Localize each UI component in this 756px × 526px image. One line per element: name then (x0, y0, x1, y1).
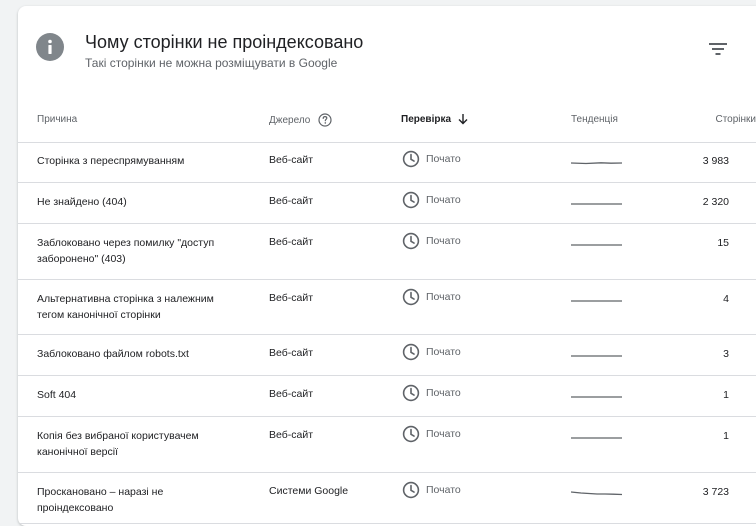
row-pages: 4 (723, 293, 729, 305)
column-header-check[interactable]: Перевірка (401, 113, 469, 125)
row-status-label: Почато (426, 291, 461, 303)
sparkline-icon (571, 203, 622, 205)
filter-icon[interactable] (709, 42, 727, 56)
table-row[interactable]: Сторінка з переспрямуванням Веб-сайт Почат… (18, 142, 756, 183)
row-source: Веб-сайт (269, 388, 313, 400)
card-header: Чому сторінки не проіндексовано Такі сто… (18, 6, 756, 94)
clock-icon (402, 191, 420, 209)
row-status: Почато (402, 288, 461, 306)
row-trend (570, 155, 623, 171)
row-pages: 3 (723, 348, 729, 360)
row-reason: Не знайдено (404) (37, 196, 127, 208)
row-status: Почато (402, 384, 461, 402)
clock-icon (402, 288, 420, 306)
row-status-label: Почато (426, 235, 461, 247)
sparkline-icon (571, 437, 622, 439)
row-reason: Копія без вибраної користувачем канонічн… (37, 430, 199, 458)
row-pages: 1 (723, 430, 729, 442)
row-source: Веб-сайт (269, 429, 313, 441)
column-header-reason[interactable]: Причина (37, 114, 77, 125)
row-reason: Soft 404 (37, 389, 77, 401)
column-header-pages[interactable]: Сторінки (715, 114, 756, 125)
row-reason: Заблоковано через помилку "доступ заборо… (37, 237, 215, 265)
row-trend (571, 293, 623, 309)
row-status: Почато (402, 191, 461, 209)
row-status-label: Почато (426, 346, 461, 358)
clock-icon (402, 481, 420, 499)
row-status: Почато (402, 343, 461, 361)
sparkline-icon (570, 491, 623, 496)
info-icon (36, 33, 64, 61)
row-pages: 3 983 (702, 155, 729, 167)
row-status: Почато (402, 150, 461, 168)
table-row[interactable]: Заблоковано файлом robots.txt Веб-сайт Поч… (18, 335, 756, 376)
table-row[interactable]: Заблоковано через помилку "доступ заборо… (18, 224, 756, 280)
row-status-label: Почато (426, 484, 461, 496)
clock-icon (402, 384, 420, 402)
row-status: Почато (402, 232, 461, 250)
table-row[interactable]: Альтернативна сторінка з належним тегом … (18, 280, 756, 335)
table-body: Сторінка з переспрямуванням Веб-сайт Почат… (18, 142, 756, 524)
row-pages: 1 (723, 389, 729, 401)
row-status-label: Почато (426, 153, 461, 165)
row-reason: Альтернативна сторінка з належним тегом … (37, 293, 214, 321)
sparkline-icon (571, 300, 622, 302)
row-pages: 2 320 (702, 196, 729, 208)
row-trend (571, 237, 623, 253)
row-trend (571, 348, 623, 364)
row-trend (571, 196, 623, 212)
row-status: Почато (402, 481, 461, 499)
table-row[interactable]: Soft 404 Веб-сайт Почато 1 (18, 376, 756, 417)
sparkline-icon (571, 244, 622, 246)
table-header: Причина Джерело Перевірка Тенденція Стор… (18, 94, 756, 143)
arrow-down-icon (458, 114, 468, 125)
card-title: Чому сторінки не проіндексовано (85, 32, 364, 52)
column-header-source[interactable]: Джерело (269, 113, 332, 127)
row-status-label: Почато (426, 194, 461, 206)
clock-icon (402, 425, 420, 443)
clock-icon (402, 343, 420, 361)
row-trend (570, 486, 623, 502)
row-reason: Сторінка з переспрямуванням (37, 155, 185, 167)
row-status-label: Почато (426, 428, 461, 440)
clock-icon (402, 232, 420, 250)
row-trend (571, 430, 623, 446)
column-header-trend: Тенденція (571, 114, 618, 125)
help-icon[interactable] (318, 113, 332, 127)
column-header-source-label: Джерело (269, 114, 311, 126)
table-row[interactable]: Проскановано – наразі не проіндексовано С… (18, 473, 756, 524)
column-header-check-label: Перевірка (401, 113, 452, 125)
row-source: Веб-сайт (269, 292, 313, 304)
sparkline-icon (570, 162, 623, 165)
row-reason: Проскановано – наразі не проіндексовано (37, 486, 164, 514)
row-reason: Заблоковано файлом robots.txt (37, 348, 189, 360)
row-status-label: Почато (426, 387, 461, 399)
clock-icon (402, 150, 420, 168)
table-row[interactable]: Копія без вибраної користувачем канонічн… (18, 417, 756, 473)
row-source: Веб-сайт (269, 195, 313, 207)
card-subtitle: Такі сторінки не можна розміщувати в Goo… (85, 56, 338, 70)
row-source: Веб-сайт (269, 154, 313, 166)
row-trend (571, 389, 623, 405)
row-source: Системи Google (269, 485, 349, 497)
row-status: Почато (402, 425, 461, 443)
row-pages: 3 723 (702, 486, 729, 498)
table-row[interactable]: Не знайдено (404) Веб-сайт Почато 2 320 (18, 183, 756, 224)
row-source: Веб-сайт (269, 236, 313, 248)
row-source: Веб-сайт (269, 347, 313, 359)
sparkline-icon (571, 396, 622, 398)
why-not-indexed-card: Чому сторінки не проіндексовано Такі сто… (18, 6, 756, 526)
row-pages: 15 (717, 237, 729, 249)
sparkline-icon (571, 355, 622, 357)
